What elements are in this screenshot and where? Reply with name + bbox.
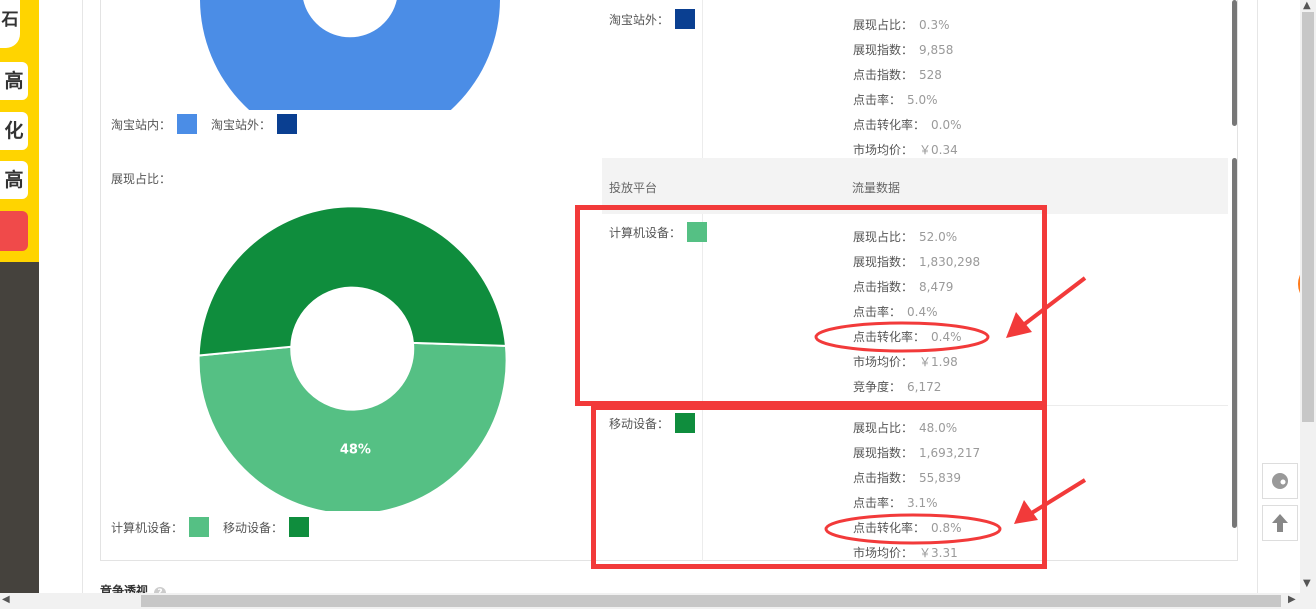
legend-onsite-swatch xyxy=(177,114,198,134)
scroll-down-icon[interactable]: ▼ xyxy=(1303,578,1311,589)
arrow-up-icon xyxy=(1272,514,1288,532)
device-legend: 计算机设备： 移动设备： xyxy=(111,517,323,537)
site-donut-chart xyxy=(200,0,500,110)
highlight-box-pc xyxy=(575,205,1047,406)
left-toolbar-tab-3[interactable]: 高 xyxy=(0,161,28,199)
left-toolbar-red-tab[interactable] xyxy=(0,211,28,251)
page-vertical-scroll-thumb[interactable] xyxy=(1302,12,1314,422)
legend-offsite-swatch xyxy=(277,114,298,134)
scroll-up-icon[interactable]: ▲ xyxy=(1303,0,1311,11)
scroll-right-icon[interactable]: ▶ xyxy=(1288,594,1296,605)
stat-row: 展现占比： 0.3% xyxy=(853,18,950,32)
header-platform: 投放平台 xyxy=(609,181,658,195)
highlight-box-mobile xyxy=(591,405,1047,569)
legend-pc-swatch xyxy=(189,517,210,537)
site-legend: 淘宝站内： 淘宝站外： xyxy=(111,114,311,134)
page-vertical-scrollbar[interactable]: ▲ ▼ xyxy=(1300,0,1316,609)
legend-mobile-label: 移动设备： xyxy=(223,520,284,535)
legend-offsite-label: 淘宝站外： xyxy=(211,117,272,132)
page-horizontal-scrollbar[interactable]: ◀ ▶ xyxy=(0,593,1300,609)
donut-label-mobile: 48% xyxy=(340,442,371,457)
stat-row: 点击转化率： 0.0% xyxy=(853,118,962,132)
offsite-stats: 展现占比： 0.3% 展现指数： 9,858 点击指数： 528 点击率： 5.0% 点… xyxy=(853,13,962,163)
stat-row: 点击指数： 528 xyxy=(853,68,942,82)
device-chart-title: 展现占比： xyxy=(111,172,172,186)
scroll-left-icon[interactable]: ◀ xyxy=(2,594,10,605)
content-rail-right xyxy=(1257,0,1258,594)
chat-icon xyxy=(1272,473,1288,489)
stat-row: 展现指数： 9,858 xyxy=(853,43,954,57)
back-to-top-button[interactable] xyxy=(1262,505,1298,541)
donut-slice-pc[interactable] xyxy=(197,341,508,511)
table-scrollbar-top[interactable] xyxy=(1232,0,1237,126)
offsite-row-label: 淘宝站外： xyxy=(609,13,670,27)
offsite-row-title: 淘宝站外： xyxy=(609,9,696,29)
offsite-swatch xyxy=(675,9,696,29)
page-horizontal-scroll-thumb[interactable] xyxy=(141,595,1281,607)
left-toolbar-tab-2[interactable]: 化 xyxy=(0,112,28,150)
legend-mobile-swatch xyxy=(289,517,310,537)
donut-slice-mobile[interactable] xyxy=(197,205,508,357)
legend-pc-label: 计算机设备： xyxy=(111,520,184,535)
legend-onsite-label: 淘宝站内： xyxy=(111,117,172,132)
site-donut-onsite-slice xyxy=(200,0,500,110)
table-scrollbar[interactable] xyxy=(1232,158,1237,528)
stat-row: 点击率： 5.0% xyxy=(853,93,938,107)
feedback-button[interactable] xyxy=(1262,463,1298,499)
header-traffic: 流量数据 xyxy=(852,181,901,195)
device-donut-chart: 52%48% xyxy=(197,205,508,511)
